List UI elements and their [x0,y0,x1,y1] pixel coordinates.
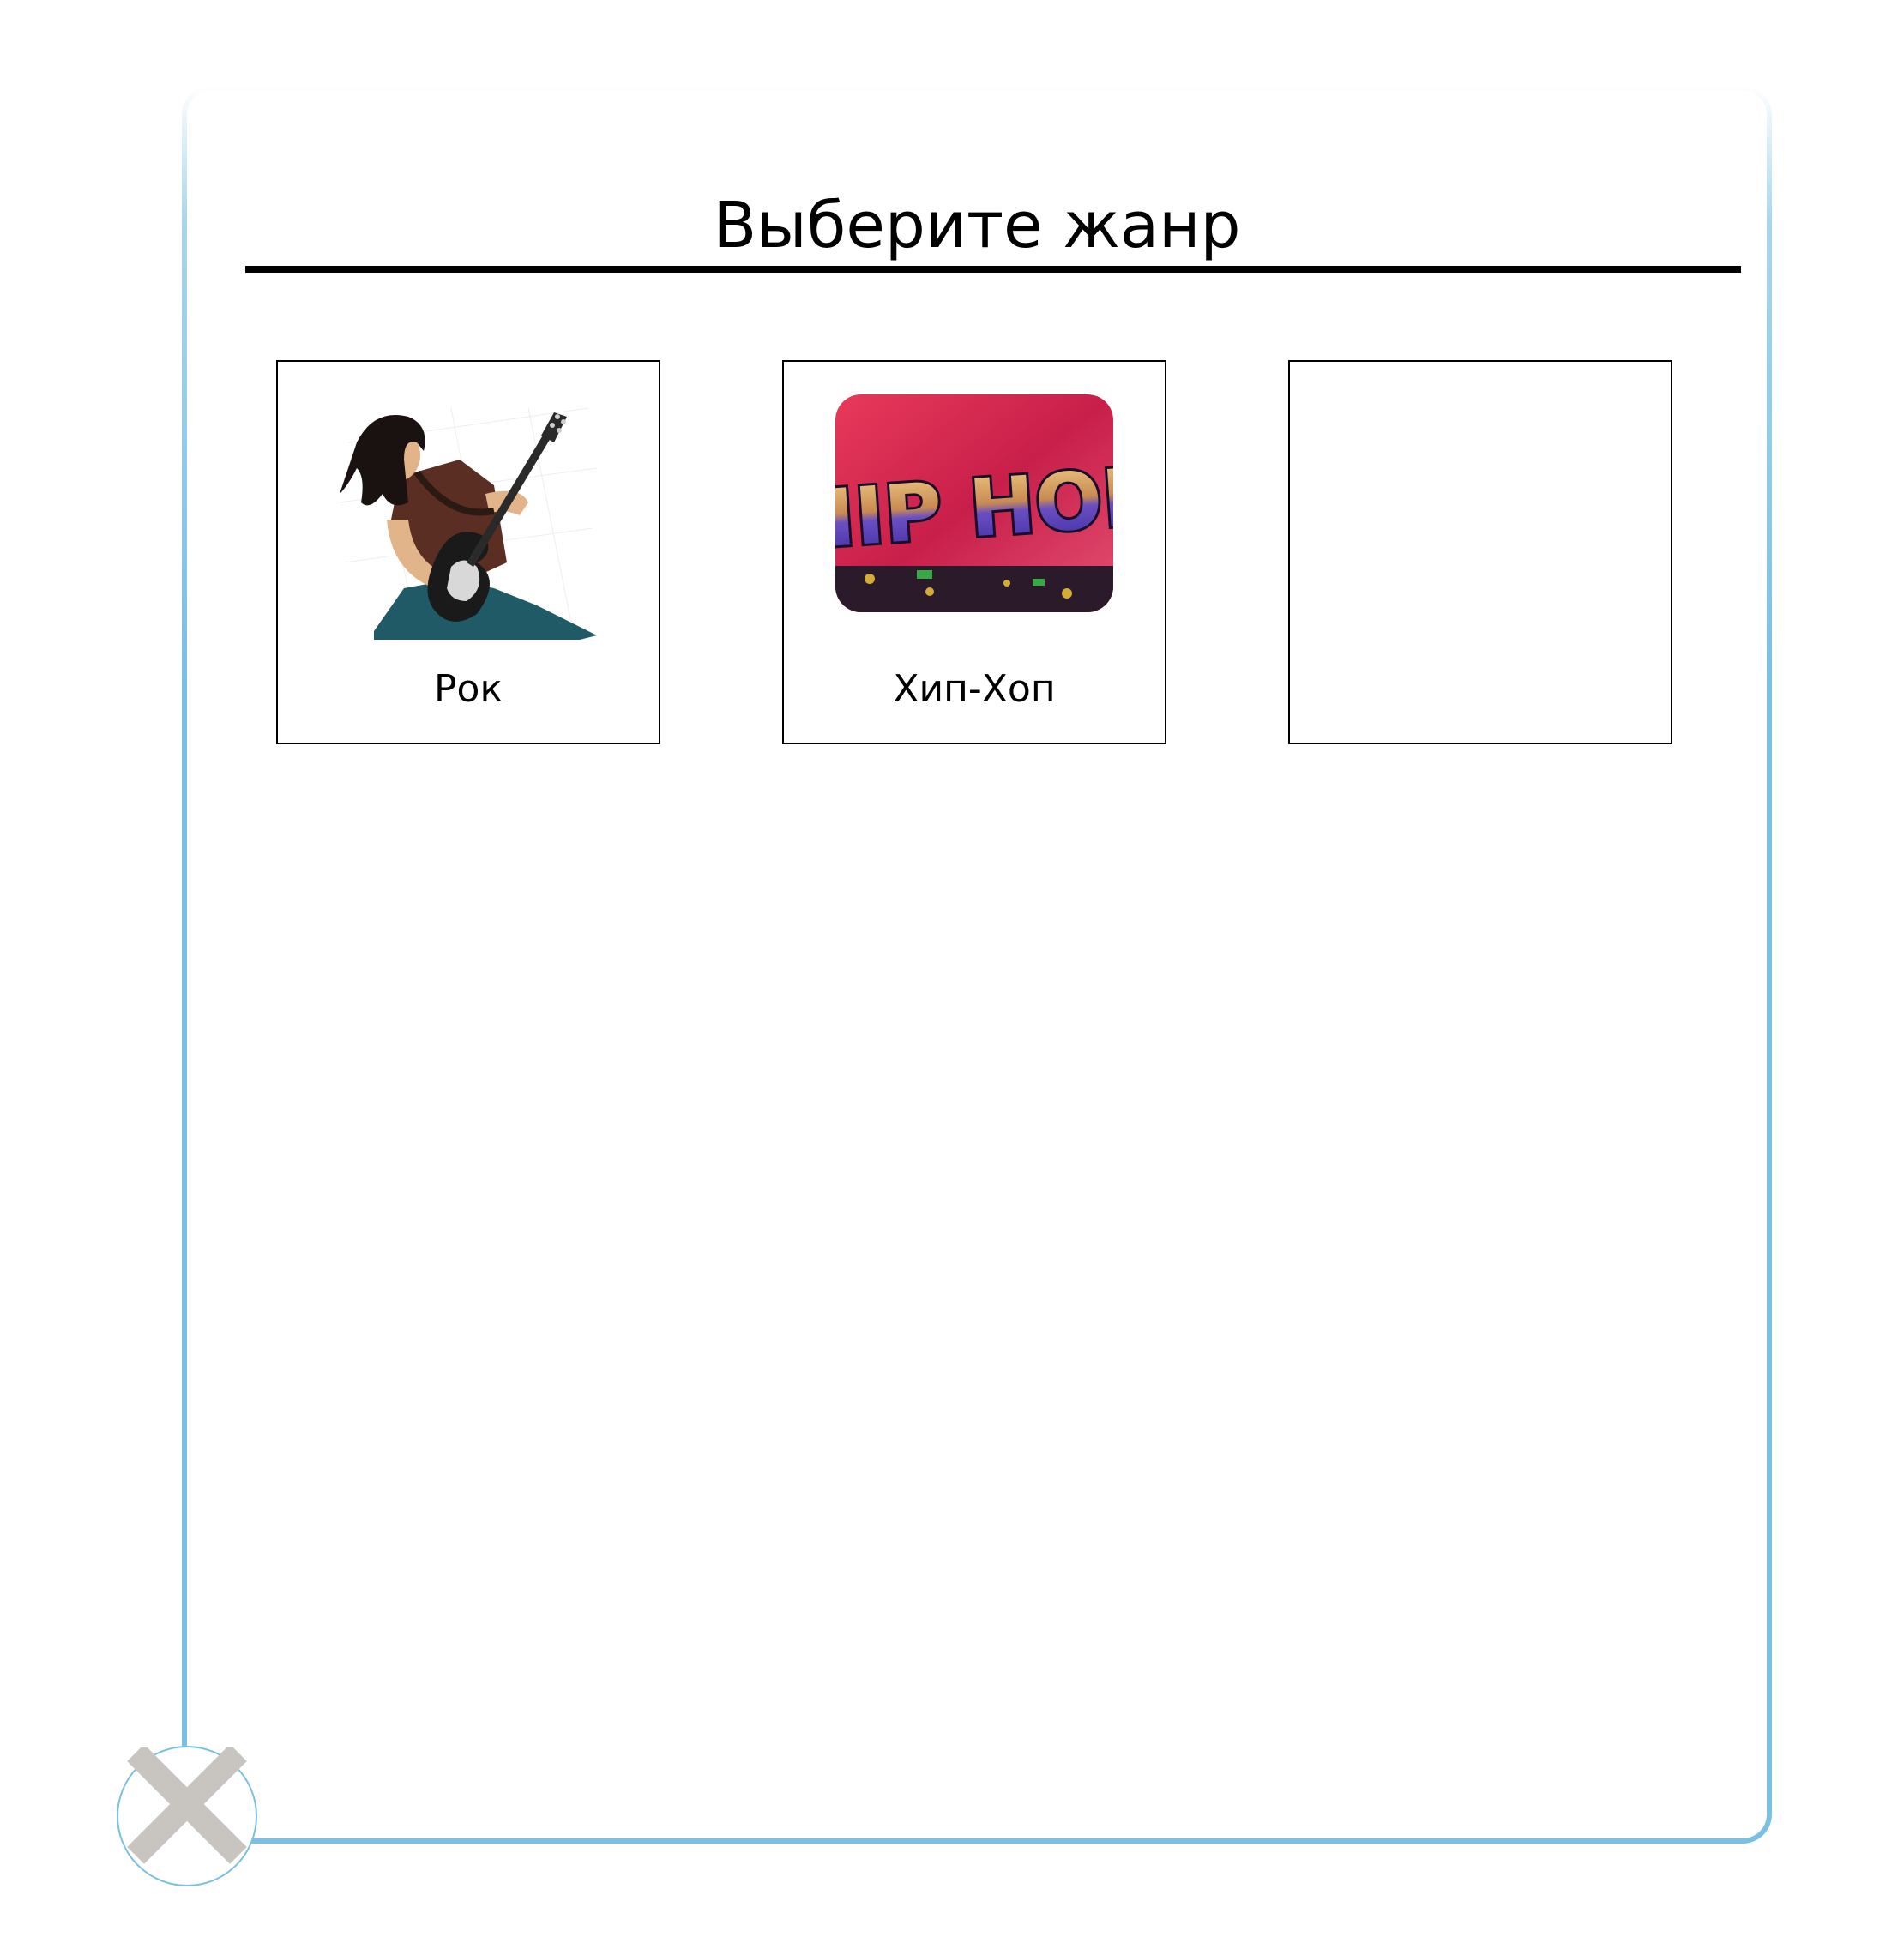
genre-tile-rock[interactable]: Рок [276,360,660,744]
genre-dialog: Выберите жанр Рок HIP HOP Хип-Хоп [182,86,1772,1844]
genre-label: Хип-Хоп [893,667,1056,711]
hip-hop-graffiti-icon: HIP HOP [835,394,1113,612]
rock-guitarist-icon [322,391,614,640]
dialog-title: Выберите жанр [713,189,1241,262]
genre-tile-hip-hop[interactable]: HIP HOP Хип-Хоп [782,360,1166,744]
dialog-body: Выберите жанр Рок HIP HOP Хип-Хоп [187,91,1767,1838]
close-button[interactable] [117,1746,257,1886]
genre-tile-empty[interactable] [1288,360,1672,744]
close-icon [127,1747,247,1864]
genre-label: Рок [433,667,503,711]
title-divider [245,266,1741,273]
